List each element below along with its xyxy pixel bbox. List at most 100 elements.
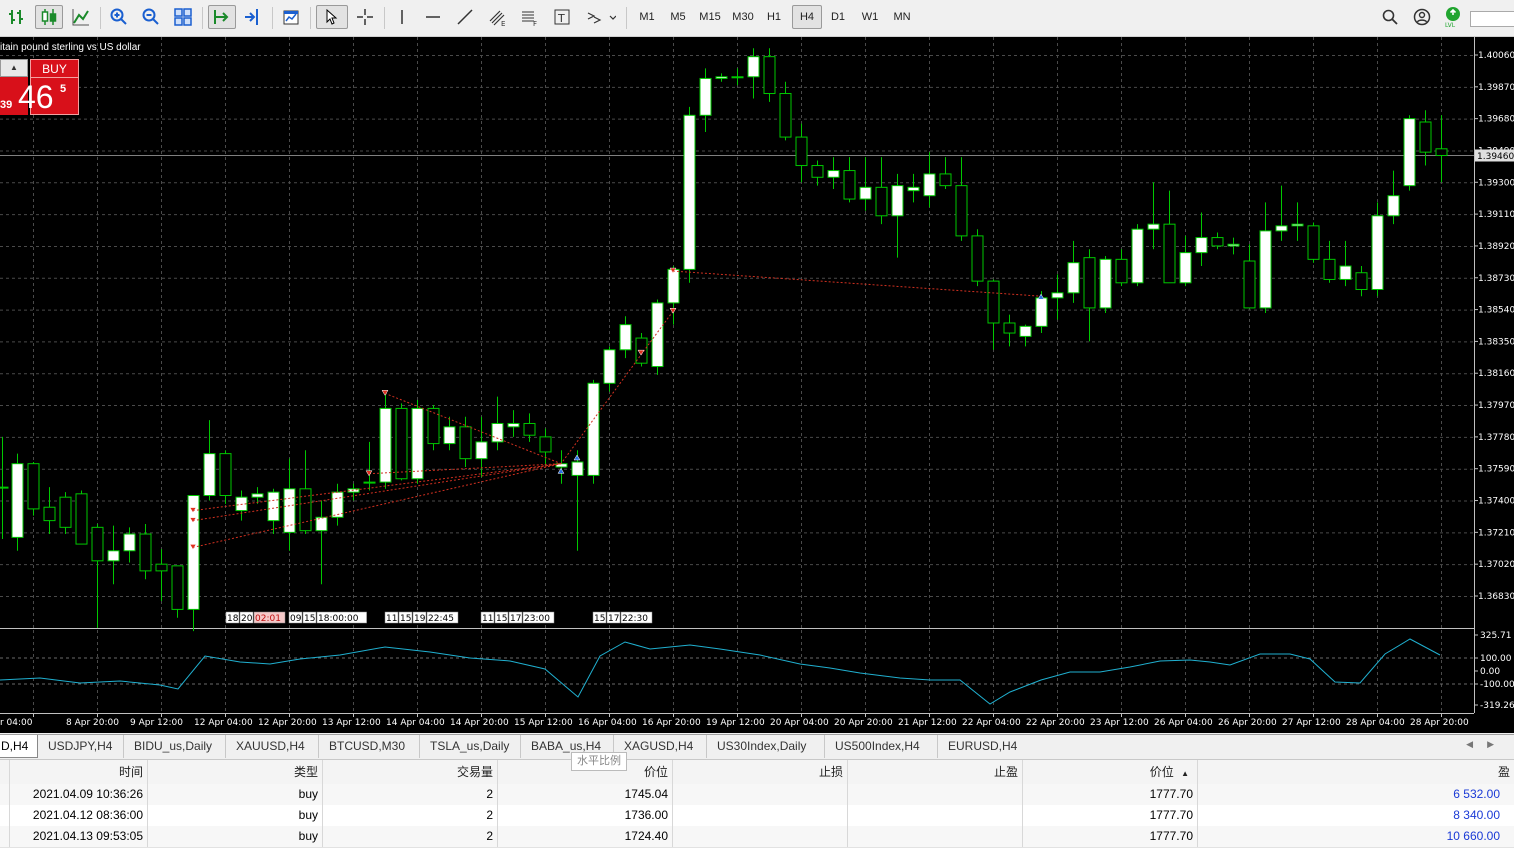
bear-candle: [1355, 272, 1368, 290]
bear-candle: [987, 280, 1000, 324]
timeframe-h1[interactable]: H1: [761, 5, 787, 29]
cell-sl: [673, 805, 848, 826]
bull-candle: [1387, 195, 1400, 217]
col-take-profit[interactable]: 止盈: [848, 760, 1023, 784]
templates-icon[interactable]: [278, 5, 304, 29]
timeframe-m15[interactable]: M15: [695, 5, 725, 29]
bull-candle: [507, 422, 520, 428]
auto-scroll-icon[interactable]: [208, 5, 236, 29]
tab-bidu-daily[interactable]: BIDU_us,Daily: [124, 735, 226, 758]
signal-level-icon[interactable]: LVL: [1441, 5, 1465, 29]
horizontal-line-icon[interactable]: [421, 5, 445, 29]
cell-volume: 2: [323, 784, 498, 805]
bear-candle: [395, 407, 408, 480]
equidistant-channel-icon[interactable]: E: [485, 5, 511, 29]
tab-xagusd-h4[interactable]: XAGUSD,H4: [614, 735, 707, 758]
sell-arrow-icon: [669, 308, 677, 314]
horizontal-scale-tooltip: 水平比例: [571, 752, 627, 771]
bull-candle: [443, 426, 456, 445]
cell-volume: 2: [323, 826, 498, 847]
bull-candle: [907, 186, 920, 192]
tab-eurusd-h4[interactable]: EURUSD,H4: [938, 735, 1028, 758]
search-icon[interactable]: [1378, 5, 1402, 29]
cell-time: 2021.04.12 08:36:00: [10, 805, 148, 826]
tab-tsla-daily[interactable]: TSLA_us,Daily: [420, 735, 521, 758]
col-volume[interactable]: 交易量: [323, 760, 498, 784]
cell-sl: [673, 826, 848, 847]
text-label-icon[interactable]: T: [549, 5, 575, 29]
table-row[interactable]: 2021.04.13 09:53:05 buy 2 1724.40 1777.70 10 …: [0, 826, 1514, 848]
table-row[interactable]: 2021.04.12 08:36:00 buy 2 1736.00 1777.70 8 3…: [0, 805, 1514, 827]
bear-candle: [427, 407, 440, 445]
cursor-icon[interactable]: [316, 5, 348, 29]
cell-time: 2021.04.13 09:53:05: [10, 826, 148, 847]
timeframe-h4[interactable]: H4: [792, 5, 822, 29]
price-tick-label: 1.38540: [1478, 306, 1514, 316]
table-row[interactable]: 2021.04.09 10:36:26 buy 2 1745.04 1777.70 6 5…: [0, 784, 1514, 806]
trade-time-label: 17:: [608, 614, 622, 624]
cell-price: 1777.70: [1023, 826, 1198, 847]
time-tick-label: 12 Apr 04:00: [194, 718, 253, 728]
tab-xauusd-h4[interactable]: XAUUSD,H4: [226, 735, 319, 758]
shapes-dropdown-icon[interactable]: [581, 5, 619, 29]
time-tick-label: 16 Apr 04:00: [578, 718, 637, 728]
toolbar: E F T M1 M5 M15 M30 H1 H4 D1 W1 MN LVL: [0, 0, 1514, 37]
tab-us30-daily[interactable]: US30Index,Daily: [707, 735, 825, 758]
price-tick-label: 1.36830: [1478, 592, 1514, 602]
indicator-tick-label: -100.00: [1480, 680, 1514, 690]
zoom-in-icon[interactable]: [106, 5, 132, 29]
bull-candle: [923, 173, 936, 197]
col-time[interactable]: 时间: [10, 760, 148, 784]
time-tick-label: 21 Apr 12:00: [898, 718, 957, 728]
col-current-price[interactable]: 价位 ▲: [1023, 760, 1198, 784]
account-icon[interactable]: [1410, 5, 1434, 29]
time-tick-label: 8 Apr 20:00: [66, 718, 119, 728]
chart-shift-icon[interactable]: [240, 5, 266, 29]
tab-us500-h4[interactable]: US500Index,H4: [825, 735, 938, 758]
trend-line-icon[interactable]: [453, 5, 477, 29]
timeframe-d1[interactable]: D1: [825, 5, 851, 29]
line-chart-icon[interactable]: [68, 5, 94, 29]
fibonacci-icon[interactable]: F: [517, 5, 543, 29]
tab-d-h4[interactable]: D,H4: [0, 735, 38, 758]
tab-scroll-arrows-icon[interactable]: ◀▶: [1466, 739, 1508, 750]
bull-candle: [1035, 297, 1048, 327]
cci-indicator-line: [0, 638, 1441, 705]
trade-history-line: [192, 463, 562, 512]
candlestick-chart-icon[interactable]: [35, 5, 63, 29]
crosshair-icon[interactable]: [352, 5, 378, 29]
timeframe-w1[interactable]: W1: [857, 5, 883, 29]
svg-text:F: F: [533, 20, 537, 27]
bar-chart-icon[interactable]: [4, 5, 30, 29]
tile-windows-icon[interactable]: [170, 5, 196, 29]
timeframe-m30[interactable]: M30: [728, 5, 758, 29]
bull-candle: [683, 114, 696, 270]
tab-btcusd-m30[interactable]: BTCUSD,M30: [319, 735, 420, 758]
vertical-line-icon[interactable]: [390, 5, 414, 29]
bear-candle: [1307, 225, 1320, 260]
bear-candle: [1115, 258, 1128, 284]
price-chart[interactable]: 1.400601.398701.396801.394901.393001.391…: [0, 37, 1514, 733]
trade-time-label: 23:00: [524, 614, 550, 624]
price-tick-label: 1.39110: [1478, 210, 1514, 220]
cell-open-price: 1724.40: [498, 826, 673, 847]
toolbar-search-input[interactable]: [1470, 11, 1514, 27]
bull-candle: [491, 422, 504, 443]
trade-history-line: [192, 463, 562, 548]
timeframe-m1[interactable]: M1: [634, 5, 660, 29]
cell-price: 1777.70: [1023, 805, 1198, 826]
col-stop-loss[interactable]: 止损: [673, 760, 848, 784]
panel-expand-arrow-icon[interactable]: ▲: [0, 59, 28, 77]
bear-candle: [1419, 121, 1432, 153]
table-header: 时间 类型 交易量 价位 止损 止盈 价位 ▲ 盈: [0, 760, 1514, 785]
zoom-out-icon[interactable]: [138, 5, 164, 29]
trade-time-label: 15:: [400, 614, 414, 624]
timeframe-mn[interactable]: MN: [888, 5, 916, 29]
timeframe-m5[interactable]: M5: [665, 5, 691, 29]
col-type[interactable]: 类型: [148, 760, 323, 784]
bull-candle: [363, 481, 376, 484]
bear-candle: [27, 463, 40, 510]
tab-usdjpy-h4[interactable]: USDJPY,H4: [38, 735, 124, 758]
bull-candle: [651, 302, 664, 368]
col-profit[interactable]: 盈: [1198, 760, 1514, 784]
